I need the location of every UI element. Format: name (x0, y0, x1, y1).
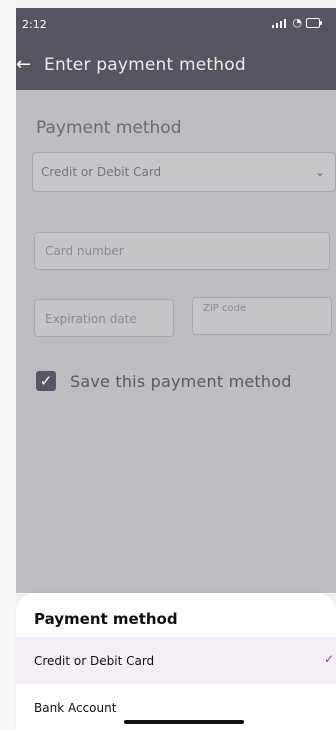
sheet-title: Payment method (34, 610, 178, 628)
selected-payment-method: Credit or Debit Card (41, 165, 162, 179)
expiration-date-input[interactable]: Expiration date (34, 299, 174, 337)
save-payment-label: Save this payment method (70, 371, 292, 391)
check-icon: ✓ (39, 371, 53, 390)
navigation-bar: ← Enter payment method (16, 48, 318, 82)
signal-icon (272, 18, 288, 28)
payment-section-title: Payment method (36, 118, 182, 138)
save-payment-checkbox[interactable]: ✓ (36, 371, 56, 391)
expiration-date-placeholder: Expiration date (45, 312, 137, 326)
wifi-icon: ◔ (292, 16, 302, 29)
payment-screen: 2:12 ◔ ← Enter payment method Payment me… (0, 0, 336, 730)
payment-method-sheet: Payment method Credit or Debit Card ✓ Ba… (16, 593, 336, 730)
option-label: Bank Account (34, 700, 117, 715)
left-gutter (0, 0, 16, 730)
home-indicator (124, 720, 244, 724)
status-icons: ◔ (272, 16, 322, 29)
payment-method-select[interactable]: Credit or Debit Card ⌄ (32, 152, 336, 192)
chevron-down-icon: ⌄ (315, 165, 326, 179)
status-time: 2:12 (22, 18, 47, 31)
arrow-left-icon[interactable]: ← (16, 56, 34, 74)
page-title: Enter payment method (44, 55, 246, 75)
check-icon: ✓ (324, 652, 335, 666)
zip-code-input[interactable]: ZIP code (192, 297, 332, 335)
status-bar: 2:12 ◔ (22, 16, 322, 36)
option-credit-debit-card[interactable]: Credit or Debit Card ✓ (16, 637, 336, 684)
battery-icon (306, 18, 322, 28)
save-payment-checkbox-row[interactable]: ✓ Save this payment method (36, 369, 292, 393)
card-number-input[interactable]: Card number (34, 232, 330, 270)
zip-code-placeholder: ZIP code (203, 303, 247, 314)
option-label: Credit or Debit Card (34, 653, 155, 668)
card-number-placeholder: Card number (45, 244, 124, 258)
